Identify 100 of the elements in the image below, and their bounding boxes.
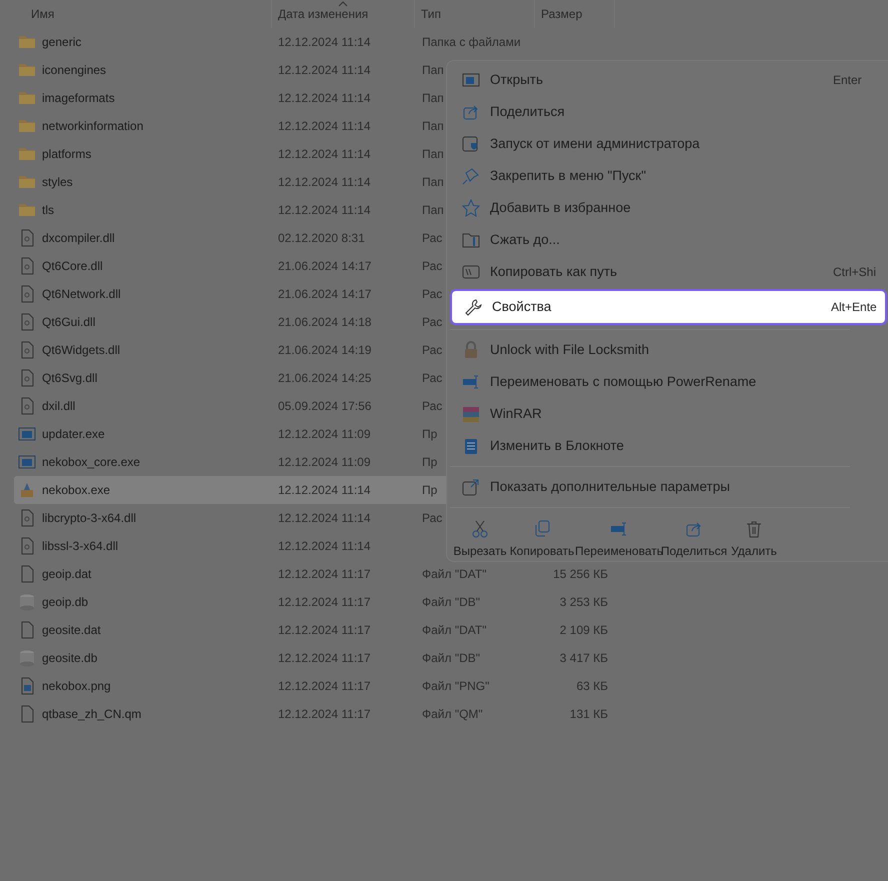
toolbar-button[interactable]: Поделиться	[664, 520, 724, 560]
archive-folder-icon	[462, 231, 480, 249]
trash-icon	[745, 520, 763, 538]
file-name: geosite.db	[42, 650, 98, 667]
lock-icon	[462, 341, 480, 359]
folder-icon	[18, 33, 36, 51]
text-cursor-icon	[610, 520, 628, 538]
date-cell: 12.12.2024 11:17	[278, 623, 371, 637]
menu-item[interactable]: Изменить в Блокноте	[450, 430, 887, 462]
type-cell: Пр	[422, 427, 438, 441]
type-cell: Пап	[422, 147, 444, 161]
column-header[interactable]: Тип	[421, 7, 442, 21]
scissors-icon	[471, 520, 489, 538]
share-icon	[462, 103, 480, 121]
type-cell: Папка с файлами	[422, 35, 521, 49]
menu-item[interactable]: Добавить в избранное	[450, 192, 887, 224]
menu-item[interactable]: Переименовать с помощью PowerRename	[450, 366, 887, 398]
date-cell: 12.12.2024 11:17	[278, 707, 371, 721]
star-icon	[462, 199, 480, 217]
menu-item[interactable]: Закрепить в меню "Пуск"	[450, 160, 887, 192]
menu-item[interactable]: Открыть Enter	[450, 64, 887, 96]
database-icon	[18, 649, 36, 667]
folder-icon	[18, 145, 36, 163]
file-name: nekobox.exe	[42, 482, 110, 499]
column-header[interactable]: Имя	[31, 7, 54, 21]
file-row[interactable]: generic 12.12.2024 11:14 Папка с файлами	[14, 28, 624, 56]
type-cell: Рас	[422, 315, 442, 329]
file-name: libssl-3-x64.dll	[42, 538, 118, 555]
file-name: tls	[42, 202, 54, 219]
window-icon	[462, 71, 480, 89]
date-cell: 12.12.2024 11:17	[278, 679, 371, 693]
menu-item[interactable]: Запуск от имени администратора	[450, 128, 887, 160]
date-cell: 12.12.2024 11:14	[278, 539, 371, 553]
size-cell: 2 109 КБ	[560, 623, 608, 637]
date-cell: 12.12.2024 11:14	[278, 203, 371, 217]
date-cell: 21.06.2024 14:17	[278, 287, 372, 301]
file-row[interactable]: geoip.db 12.12.2024 11:17 Файл "DB" 3 253 КБ	[14, 588, 624, 616]
file-name: Qt6Core.dll	[42, 258, 103, 275]
size-cell: 3 253 КБ	[560, 595, 608, 609]
date-cell: 12.12.2024 11:14	[278, 511, 371, 525]
path-icon	[462, 263, 480, 281]
folder-icon	[18, 173, 36, 191]
menu-item[interactable]: Unlock with File Locksmith	[450, 334, 887, 366]
date-cell: 12.12.2024 11:09	[278, 427, 371, 441]
type-cell: Пап	[422, 203, 444, 217]
file-name: geosite.dat	[42, 622, 101, 639]
date-cell: 12.12.2024 11:14	[278, 63, 371, 77]
type-cell: Пап	[422, 91, 444, 105]
type-cell: Пап	[422, 175, 444, 189]
file-row[interactable]: geosite.db 12.12.2024 11:17 Файл "DB" 3 417 КБ	[14, 644, 624, 672]
file-row[interactable]: geoip.dat 12.12.2024 11:17 Файл "DAT" 15 256 КБ	[14, 560, 624, 588]
wrench-icon	[464, 298, 482, 316]
file-name: qtbase_zh_CN.qm	[42, 706, 142, 723]
size-cell: 15 256 КБ	[553, 567, 608, 581]
text-cursor-icon	[462, 373, 480, 391]
date-cell: 12.12.2024 11:14	[278, 119, 371, 133]
folder-icon	[18, 201, 36, 219]
file-name: geoip.db	[42, 594, 88, 611]
file-name: nekobox_core.exe	[42, 454, 140, 471]
menu-item[interactable]: Свойства Alt+Ente	[450, 289, 887, 325]
column-header[interactable]: Дата изменения	[278, 7, 368, 21]
folder-icon	[18, 61, 36, 79]
file-row[interactable]: nekobox.png 12.12.2024 11:17 Файл "PNG" 63 КБ	[14, 672, 624, 700]
size-cell: 131 КБ	[570, 707, 608, 721]
menu-item[interactable]: Поделиться	[450, 96, 887, 128]
file-name: iconengines	[42, 62, 106, 79]
date-cell: 05.09.2024 17:56	[278, 399, 372, 413]
menu-item[interactable]: Копировать как путь Ctrl+Shi	[450, 256, 887, 288]
type-cell: Пап	[422, 119, 444, 133]
type-cell: Файл "DB"	[422, 651, 480, 665]
type-cell: Пап	[422, 63, 444, 77]
date-cell: 12.12.2024 11:17	[278, 595, 371, 609]
books-icon	[462, 405, 480, 423]
file-name: Qt6Gui.dll	[42, 314, 96, 331]
type-cell: Рас	[422, 399, 442, 413]
file-name: nekobox.png	[42, 678, 111, 695]
type-cell: Рас	[422, 259, 442, 273]
file-name: libcrypto-3-x64.dll	[42, 510, 136, 527]
window-icon	[18, 453, 36, 471]
type-cell: Рас	[422, 343, 442, 357]
menu-item[interactable]: Сжать до...	[450, 224, 887, 256]
menu-item[interactable]: WinRAR	[450, 398, 887, 430]
folder-icon	[18, 89, 36, 107]
type-cell: Рас	[422, 287, 442, 301]
open-external-icon	[462, 478, 480, 496]
pin-icon	[462, 167, 480, 185]
file-name: styles	[42, 174, 73, 191]
column-header[interactable]: Размер	[541, 7, 582, 21]
file-name: dxcompiler.dll	[42, 230, 115, 247]
shortcut-text: Alt+Ente	[831, 299, 878, 316]
date-cell: 12.12.2024 11:14	[278, 147, 371, 161]
file-name: networkinformation	[42, 118, 144, 135]
type-cell: Файл "PNG"	[422, 679, 490, 693]
folder-icon	[18, 117, 36, 135]
file-name: updater.exe	[42, 426, 105, 443]
file-row[interactable]: geosite.dat 12.12.2024 11:17 Файл "DAT" 2 109 КБ	[14, 616, 624, 644]
window-icon	[18, 425, 36, 443]
file-name: Qt6Svg.dll	[42, 370, 98, 387]
database-icon	[18, 593, 36, 611]
file-row[interactable]: qtbase_zh_CN.qm 12.12.2024 11:17 Файл "QM" 131 КБ	[14, 700, 624, 728]
